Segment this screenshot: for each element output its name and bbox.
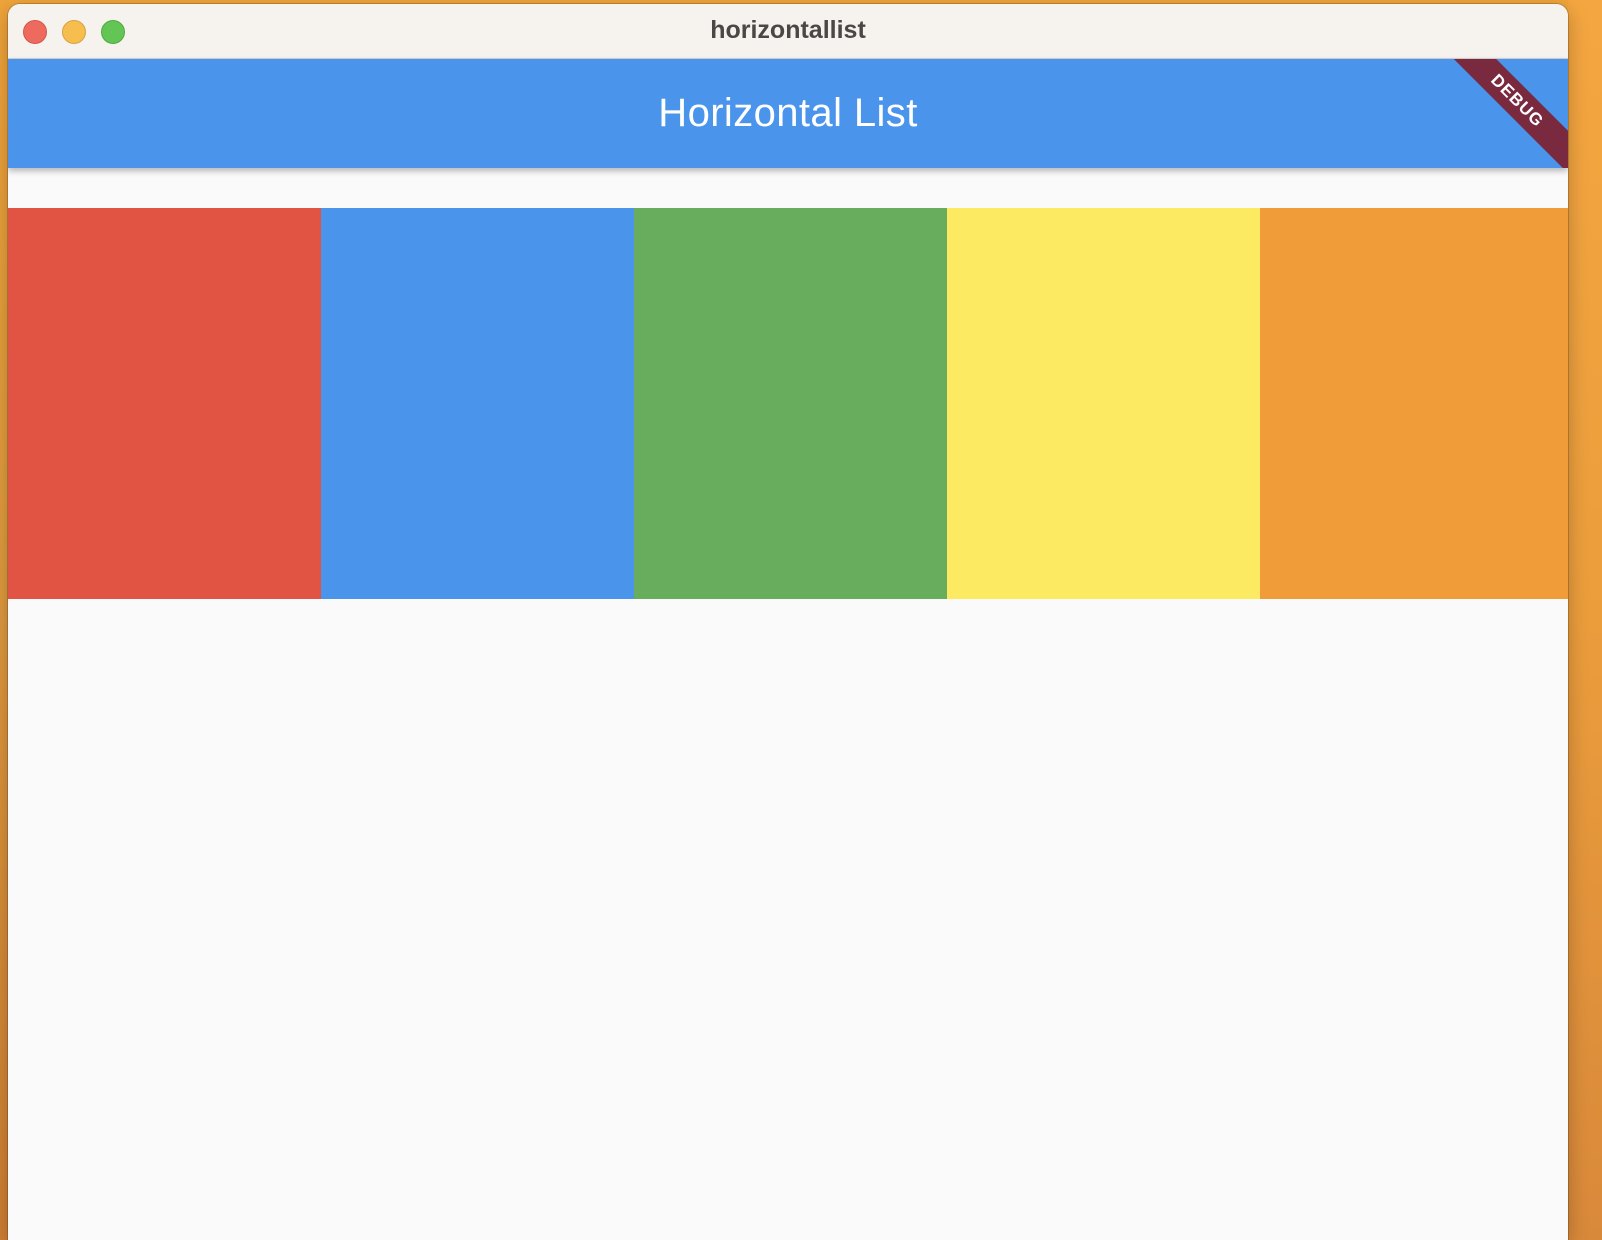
list-item-green[interactable] bbox=[634, 208, 947, 599]
list-item-red[interactable] bbox=[8, 208, 321, 599]
app-bar: Horizontal List DEBUG bbox=[8, 59, 1568, 168]
window-title: horizontallist bbox=[710, 16, 866, 44]
list-item-orange[interactable] bbox=[1260, 208, 1568, 599]
app-bar-title: Horizontal List bbox=[658, 91, 918, 135]
list-item-blue[interactable] bbox=[321, 208, 634, 599]
app-window: horizontallist Horizontal List DEBUG bbox=[8, 4, 1568, 1240]
title-bar: horizontallist bbox=[8, 4, 1568, 59]
list-item-yellow[interactable] bbox=[947, 208, 1260, 599]
horizontal-list[interactable] bbox=[8, 208, 1568, 599]
desktop-background bbox=[1568, 0, 1602, 1240]
